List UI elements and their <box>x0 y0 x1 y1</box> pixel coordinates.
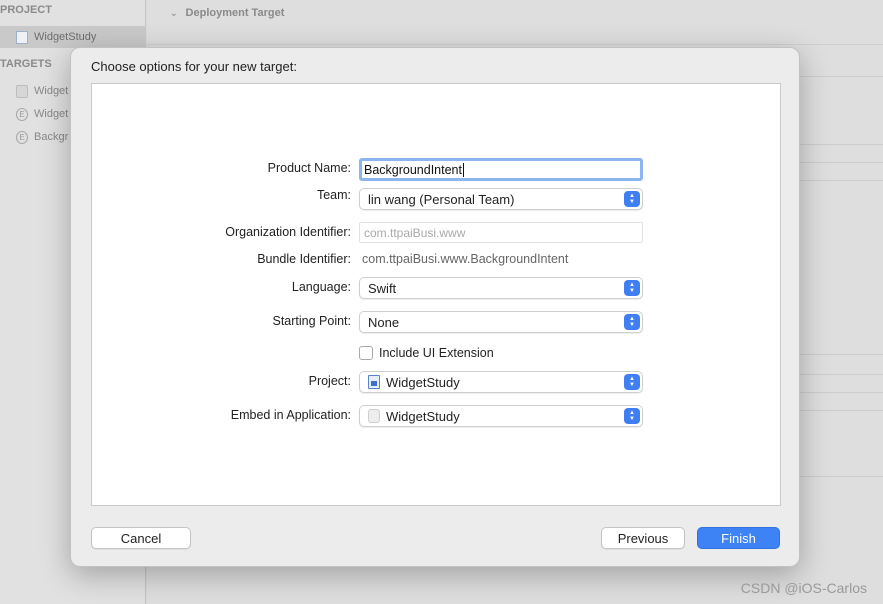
sidebar-item-label: WidgetStudy <box>34 31 97 43</box>
new-target-options-sheet: Choose options for your new target: Prod… <box>70 47 800 567</box>
product-name-label: Product Name: <box>267 161 351 175</box>
bundle-identifier-label: Bundle Identifier: <box>257 252 351 266</box>
embed-in-application-popup[interactable]: WidgetStudy ▲ ▼ <box>359 405 643 427</box>
embed-in-application-label: Embed in Application: <box>230 408 351 422</box>
section-title: Deployment Target <box>185 7 285 19</box>
extension-target-icon: E <box>16 130 28 144</box>
divider <box>800 392 883 393</box>
language-value: Swift <box>368 280 397 296</box>
app-target-icon <box>16 84 28 98</box>
project-label: Project: <box>308 374 351 388</box>
project-popup[interactable]: WidgetStudy ▲ ▼ <box>359 371 643 393</box>
text-caret <box>463 162 464 177</box>
divider <box>800 162 883 163</box>
updown-chevron-icon: ▲ ▼ <box>624 280 640 296</box>
organization-identifier-label: Organization Identifier: <box>225 225 351 239</box>
watermark: CSDN @iOS-Carlos <box>740 580 867 596</box>
divider <box>800 374 883 375</box>
divider <box>800 410 883 411</box>
product-name-row: Product Name: BackgroundIntent <box>92 158 782 181</box>
chevron-down-icon: ⌄ <box>170 7 178 18</box>
sheet-title: Choose options for your new target: <box>91 59 297 74</box>
language-popup[interactable]: Swift ▲ ▼ <box>359 277 643 299</box>
language-label: Language: <box>291 280 351 294</box>
embed-in-application-value: WidgetStudy <box>386 408 460 424</box>
divider <box>800 476 883 477</box>
product-name-value: BackgroundIntent <box>364 162 462 177</box>
language-row: Language: Swift ▲ ▼ <box>92 277 782 299</box>
divider <box>800 76 883 77</box>
sidebar-item-label: Backgr <box>34 131 69 143</box>
previous-button[interactable]: Previous <box>601 527 685 549</box>
organization-identifier-field[interactable]: com.ttpaiBusi.www <box>359 222 643 243</box>
bundle-identifier-row: Bundle Identifier: com.ttpaiBusi.www.Bac… <box>92 249 782 271</box>
embed-in-application-row: Embed in Application: WidgetStudy ▲ ▼ <box>92 405 782 427</box>
starting-point-value: None <box>368 314 400 330</box>
product-name-input[interactable]: BackgroundIntent <box>359 158 643 181</box>
cancel-button[interactable]: Cancel <box>91 527 191 549</box>
divider <box>800 180 883 181</box>
targets-section-header: TARGETS <box>0 58 52 70</box>
divider <box>800 144 883 145</box>
updown-chevron-icon: ▲ ▼ <box>624 374 640 390</box>
starting-point-popup[interactable]: None ▲ ▼ <box>359 311 643 333</box>
project-row: Project: WidgetStudy ▲ ▼ <box>92 371 782 393</box>
project-file-icon <box>368 375 380 389</box>
organization-identifier-value: com.ttpaiBusi.www <box>364 225 466 240</box>
project-section-header: PROJECT <box>0 4 52 16</box>
updown-chevron-icon: ▲ ▼ <box>624 408 640 424</box>
include-ui-extension-option[interactable]: Include UI Extension <box>359 346 494 360</box>
divider <box>147 44 883 45</box>
team-popup[interactable]: lin wang (Personal Team) ▲ ▼ <box>359 188 643 210</box>
divider <box>800 354 883 355</box>
deployment-target-section[interactable]: ⌄ Deployment Target <box>170 7 284 19</box>
options-panel: Product Name: BackgroundIntent Team: lin… <box>91 83 781 506</box>
include-ui-extension-checkbox[interactable] <box>359 346 373 360</box>
team-row: Team: lin wang (Personal Team) ▲ ▼ <box>92 188 782 210</box>
sidebar-item-project[interactable]: WidgetStudy <box>0 26 146 48</box>
starting-point-row: Starting Point: None ▲ ▼ <box>92 311 782 333</box>
bundle-identifier-value: com.ttpaiBusi.www.BackgroundIntent <box>362 252 569 266</box>
updown-chevron-icon: ▲ ▼ <box>624 314 640 330</box>
extension-target-icon: E <box>16 107 28 121</box>
include-ui-extension-label: Include UI Extension <box>379 346 494 360</box>
finish-button[interactable]: Finish <box>697 527 780 549</box>
app-icon <box>368 409 380 423</box>
organization-identifier-row: Organization Identifier: com.ttpaiBusi.w… <box>92 222 782 244</box>
starting-point-label: Starting Point: <box>272 314 351 328</box>
updown-chevron-icon: ▲ ▼ <box>624 191 640 207</box>
sidebar-item-label: Widget <box>34 85 69 97</box>
team-label: Team: <box>316 188 351 202</box>
sidebar-item-label: Widget <box>34 108 69 120</box>
team-value: lin wang (Personal Team) <box>368 191 515 207</box>
project-file-icon <box>16 30 28 44</box>
project-value: WidgetStudy <box>386 374 460 390</box>
